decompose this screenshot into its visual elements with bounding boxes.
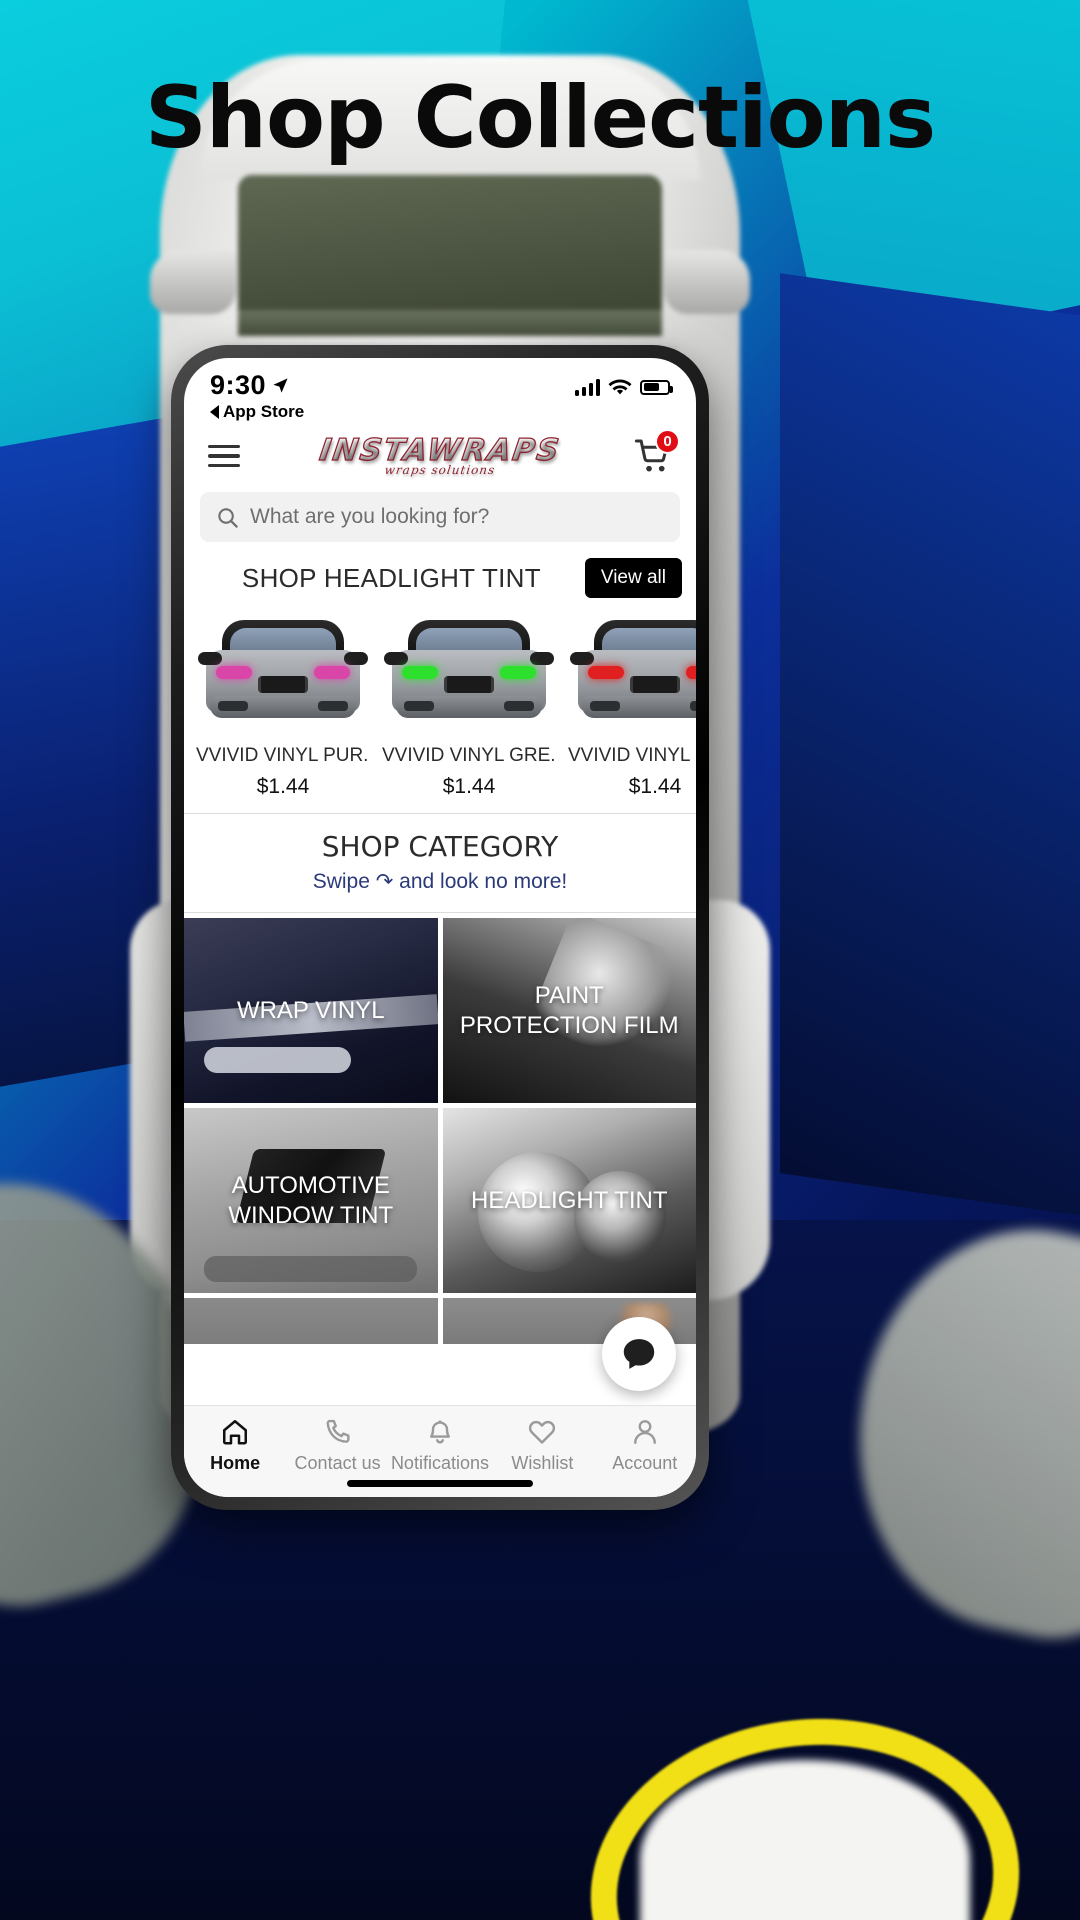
headlight-section-header: SHOP HEADLIGHT TINT View all [184,552,696,608]
chat-bubble-icon [623,1339,655,1369]
cart-button[interactable]: 0 [634,429,680,475]
product-title: VVIVID VINYL GRE... [382,745,556,766]
main-content: SHOP HEADLIGHT TINT View all VVIVID VINY… [184,552,696,1405]
status-bar-left: 9:30 App Store [210,370,304,422]
product-carousel[interactable]: VVIVID VINYL PUR... $1.44 VVIVID VINYL G… [184,608,696,799]
cart-count-badge: 0 [655,429,680,454]
app-header: INSTAWRAPS wraps solutions 0 [184,424,696,488]
status-time: 9:30 [210,370,267,400]
search-icon [218,507,238,528]
back-triangle-icon [210,405,219,419]
product-image [568,608,696,736]
product-card[interactable]: VVIVID VINYL GRE... $1.44 [376,608,562,799]
category-banner: SHOP CATEGORY Swipe ↷ and look no more! [184,813,696,913]
background-shape-blue-right [780,273,1080,1227]
category-tile-next-left[interactable] [184,1298,438,1344]
category-tile-automotive-window-tint[interactable]: AUTOMOTIVE WINDOW TINT [184,1108,438,1293]
logo-wordmark: INSTAWRAPS [317,432,564,468]
category-tile-label: WRAP VINYL [236,996,385,1024]
section-title: SHOP HEADLIGHT TINT [241,562,541,593]
tab-notifications[interactable]: Notifications [390,1417,490,1474]
poster-title: Shop Collections [144,68,936,168]
tab-label: Contact us [294,1453,381,1473]
product-title: VVIVID VINYL RED... [568,745,696,766]
phone-screen: 9:30 App Store INSTAWRAPS wraps solution… [184,358,696,1497]
phone-frame: 9:30 App Store INSTAWRAPS wraps solution… [171,345,709,1510]
tab-wishlist[interactable]: Wishlist [492,1417,592,1474]
back-to-app-store-button[interactable]: App Store [210,402,304,422]
heart-icon [529,1421,556,1444]
tab-label: Home [210,1453,261,1473]
product-price: $1.44 [256,775,310,798]
category-tile-image [184,1298,438,1344]
category-tile-paint-protection-film[interactable]: PAINT PROTECTION FILM [442,918,696,1103]
search-zone: What are you looking for? [184,488,696,552]
category-banner-title: SHOP CATEGORY [321,830,559,863]
person-icon [633,1420,656,1444]
brand-logo[interactable]: INSTAWRAPS wraps solutions [317,432,564,477]
home-icon [223,1420,248,1445]
tab-label: Wishlist [511,1453,574,1473]
view-all-button[interactable]: View all [584,558,682,598]
tab-account[interactable]: Account [595,1417,695,1474]
location-arrow-icon [273,378,288,393]
phone-icon [326,1419,350,1443]
tab-label: Notifications [390,1453,489,1473]
product-image [196,608,370,736]
product-title: VVIVID VINYL PUR... [196,745,370,766]
chat-support-button[interactable] [602,1317,676,1391]
logo-tagline: wraps solutions [383,463,497,477]
battery-icon [640,379,673,395]
status-bar: 9:30 App Store [184,358,696,424]
search-input[interactable]: What are you looking for? [250,505,489,529]
category-tile-label: AUTOMOTIVE WINDOW TINT [228,1171,394,1229]
product-price: $1.44 [442,775,496,798]
tab-home[interactable]: Home [185,1417,285,1474]
category-banner-subtitle: Swipe ↷ and look no more! [312,870,568,893]
category-grid: WRAP VINYL PAINT PROTECTION FILM AUTOMOT… [184,913,696,1344]
home-indicator[interactable] [347,1480,533,1487]
search-bar[interactable]: What are you looking for? [200,492,680,542]
wifi-icon [608,379,632,395]
product-image [382,608,556,736]
category-tile-label: PAINT PROTECTION FILM [459,981,679,1039]
tab-contact-us[interactable]: Contact us [288,1417,388,1474]
tab-label: Account [612,1453,678,1473]
hamburger-menu-icon[interactable] [208,444,240,468]
category-tile-label: HEADLIGHT TINT [471,1186,668,1214]
product-card[interactable]: VVIVID VINYL RED... $1.44 [562,608,696,799]
category-tile-headlight-tint[interactable]: HEADLIGHT TINT [442,1108,696,1293]
back-label: App Store [223,402,305,421]
cellular-signal-icon [574,378,600,396]
product-price: $1.44 [628,775,682,798]
product-card[interactable]: VVIVID VINYL PUR... $1.44 [190,608,376,799]
category-tile-wrap-vinyl[interactable]: WRAP VINYL [184,918,438,1103]
bell-icon [429,1420,451,1444]
status-bar-right [574,370,673,396]
